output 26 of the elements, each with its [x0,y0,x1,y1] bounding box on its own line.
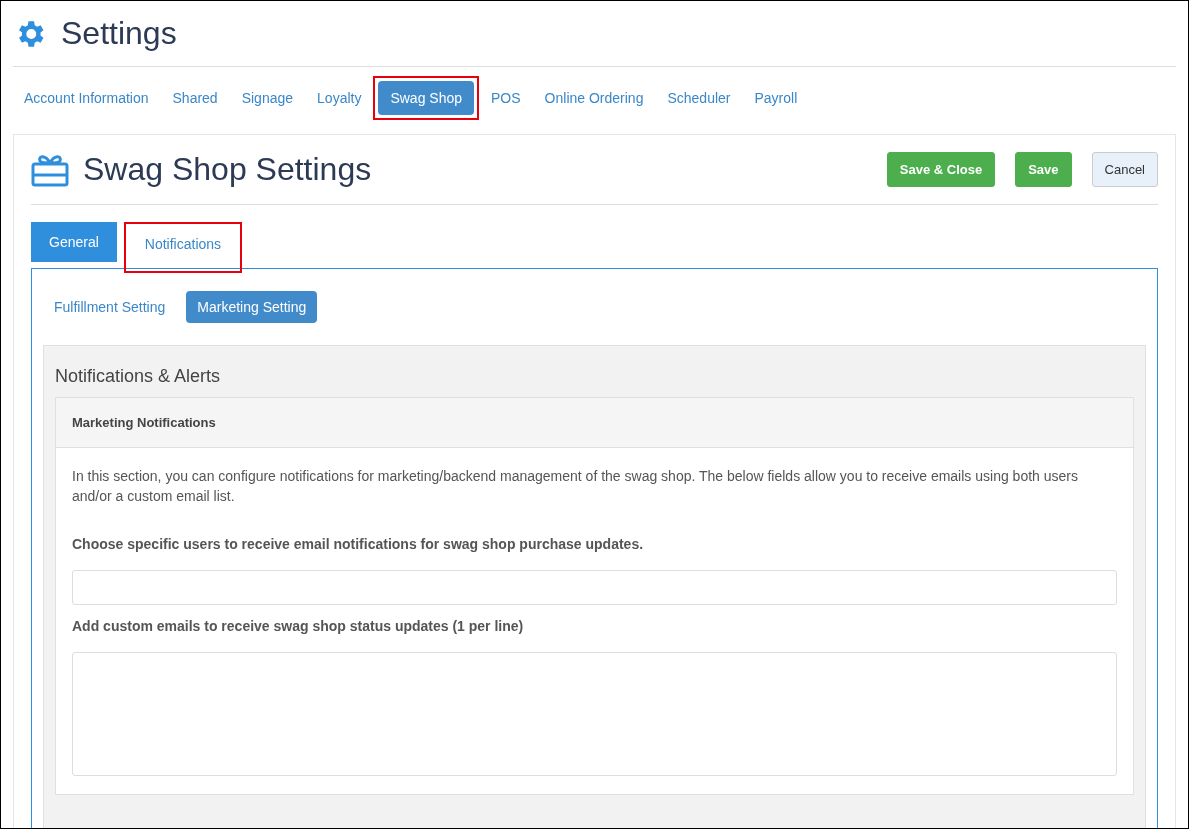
save-button[interactable]: Save & Close [886,152,996,187]
nav-tab[interactable]: POS [479,81,533,115]
nav-tab[interactable]: Signage [229,81,306,115]
nav-tab[interactable]: Swag Shop [378,81,475,115]
users-input-field[interactable] [72,570,1117,605]
card-title: Swag Shop Settings [83,151,373,188]
panel-title: Marketing Notifications [56,398,1133,448]
sub-tab[interactable]: Marketing Setting [186,291,318,323]
nav-tab[interactable]: Scheduler [655,81,743,115]
tab[interactable]: Notifications [126,224,240,264]
sub-tab[interactable]: Fulfillment Setting [43,291,177,323]
nav-tab[interactable]: Account Information [12,81,161,115]
gift-icon [31,152,69,187]
cancel-button[interactable]: Cancel [1091,152,1158,187]
page-title: Settings [61,15,177,52]
save-button[interactable]: Save [1015,152,1072,187]
field-label: Add custom emails to receive swag shop status updates (1 per line) [72,618,525,634]
emails-text-area[interactable] [72,652,1117,776]
section-title: Notifications & Alerts [55,365,222,388]
nav-tab[interactable]: Shared [160,81,230,115]
nav-tab[interactable]: Loyalty [305,81,374,115]
nav-tab[interactable]: Payroll [742,81,810,115]
description-text: In this section, you can configure notifications for marketing/backend management of the swag shop. The below fields allow you to receive emails using both users and/or a custom email list. [72,467,1079,506]
tab[interactable]: General [31,222,117,262]
nav-tab[interactable]: Online Ordering [532,81,656,115]
field-label: Choose specific users to receive email notifications for swag shop purchase updates. [72,536,645,552]
